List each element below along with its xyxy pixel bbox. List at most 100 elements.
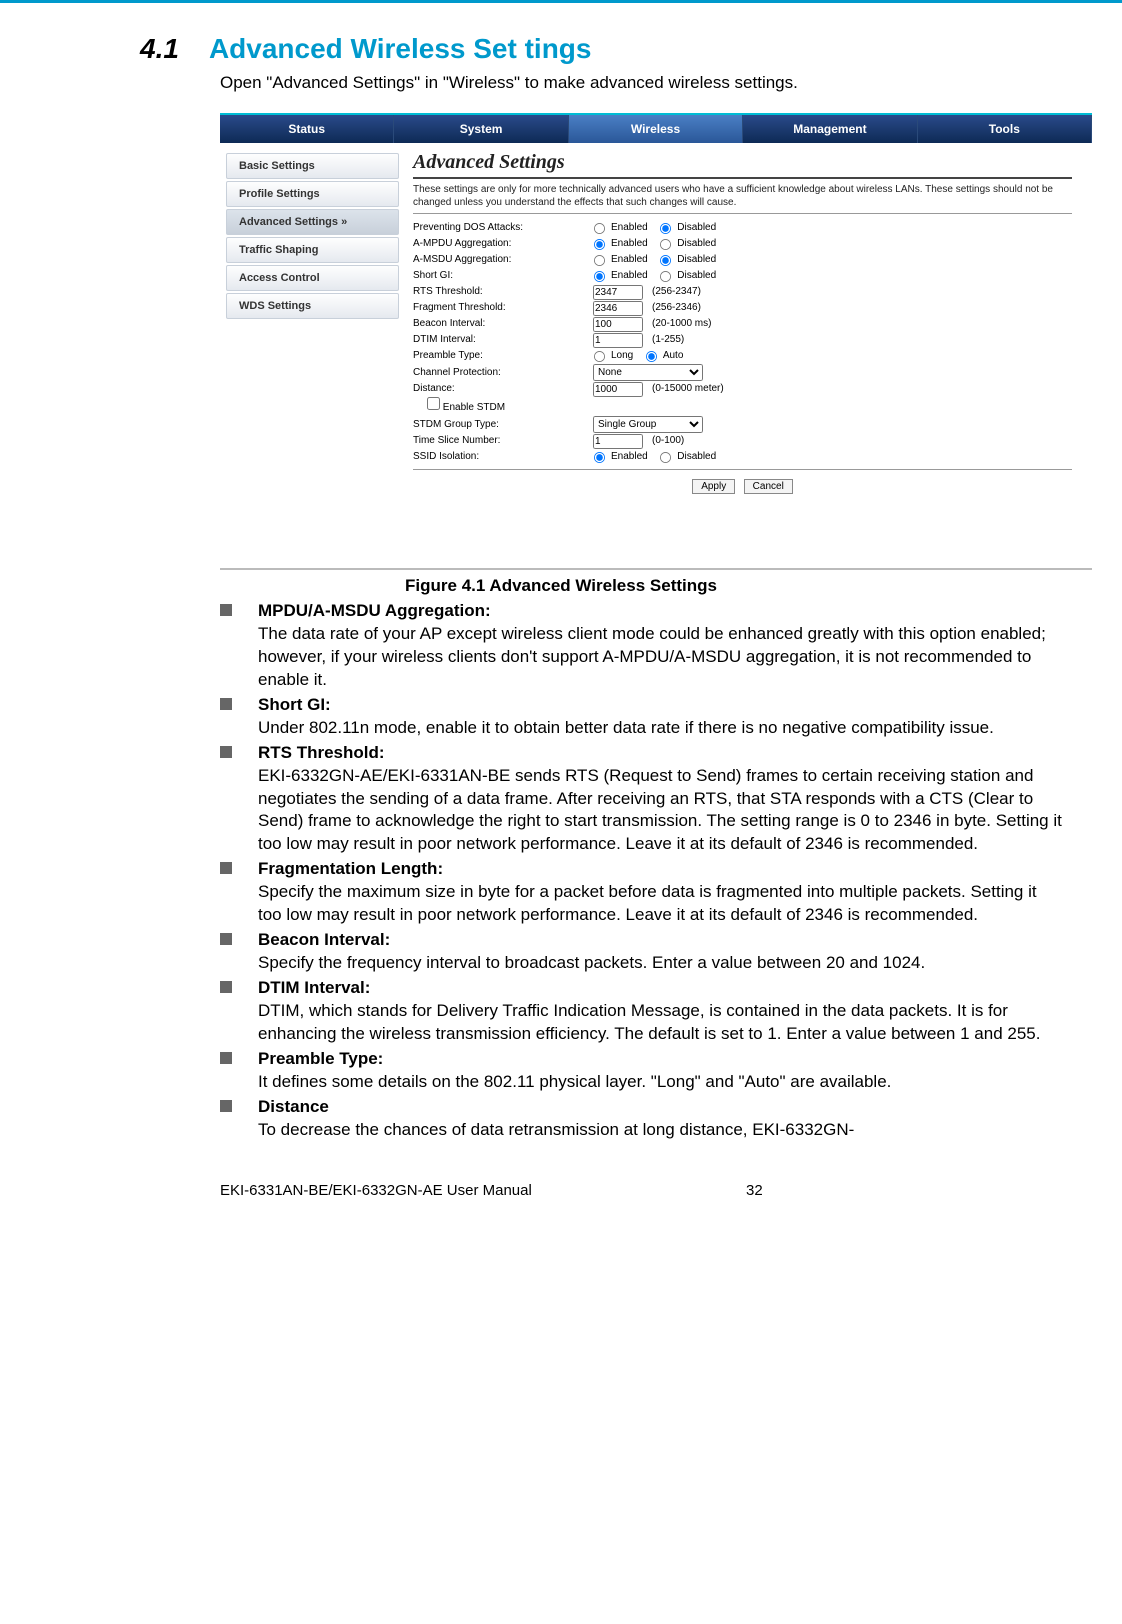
- square-bullet-icon: [220, 1052, 232, 1064]
- sidebar: Basic Settings Profile Settings Advanced…: [220, 143, 405, 512]
- dtim-input[interactable]: [593, 333, 643, 348]
- bullet-item: Preamble Type: It defines some details o…: [220, 1048, 1062, 1094]
- amsdu-enabled-radio[interactable]: [594, 254, 605, 265]
- row-timeslice: Time Slice Number: (0-100): [413, 433, 1072, 449]
- preamble-long-text: Long: [611, 348, 633, 364]
- screenshot-footer-divider: [220, 567, 1092, 570]
- label-ampdu: A-MPDU Aggregation:: [413, 236, 593, 252]
- label-beacon: Beacon Interval:: [413, 316, 593, 332]
- ssid-iso-disabled-radio[interactable]: [660, 451, 671, 462]
- square-bullet-icon: [220, 981, 232, 993]
- bullet-body: Specify the frequency interval to broadc…: [258, 952, 1062, 975]
- bullet-title: MPDU/A-MSDU Aggregation:: [258, 601, 491, 620]
- frag-range: (256-2346): [652, 300, 701, 316]
- label-shortgi: Short GI:: [413, 268, 593, 284]
- frag-input[interactable]: [593, 301, 643, 316]
- square-bullet-icon: [220, 604, 232, 616]
- bullet-body: Specify the maximum size in byte for a p…: [258, 881, 1062, 927]
- bullet-title: DTIM Interval:: [258, 978, 370, 997]
- nav-tab-wireless[interactable]: Wireless: [569, 115, 743, 143]
- screenshot-body: Basic Settings Profile Settings Advanced…: [220, 143, 1092, 512]
- ssid-iso-disabled-text: Disabled: [677, 449, 716, 465]
- label-rts: RTS Threshold:: [413, 284, 593, 300]
- timeslice-range: (0-100): [652, 433, 684, 449]
- bullet-body: DTIM, which stands for Delivery Traffic …: [258, 1000, 1062, 1046]
- sidebar-item-advanced[interactable]: Advanced Settings »: [226, 209, 399, 235]
- label-timeslice: Time Slice Number:: [413, 433, 593, 449]
- page-number: 32: [746, 1182, 763, 1199]
- bullet-title: Beacon Interval:: [258, 930, 390, 949]
- cancel-button[interactable]: Cancel: [744, 479, 793, 494]
- dos-disabled-radio[interactable]: [660, 222, 671, 233]
- label-channel-prot: Channel Protection:: [413, 365, 593, 381]
- nav-bar: Status System Wireless Management Tools: [220, 115, 1092, 143]
- nav-tab-status[interactable]: Status: [220, 115, 394, 143]
- dos-enabled-text: Enabled: [611, 220, 648, 236]
- shortgi-enabled-radio[interactable]: [594, 270, 605, 281]
- ampdu-disabled-radio[interactable]: [660, 238, 671, 249]
- channel-prot-select[interactable]: None: [593, 364, 703, 381]
- shortgi-disabled-radio[interactable]: [660, 270, 671, 281]
- bullet-body: It defines some details on the 802.11 ph…: [258, 1071, 1062, 1094]
- beacon-input[interactable]: [593, 317, 643, 332]
- bullet-body: The data rate of your AP except wireless…: [258, 623, 1062, 692]
- intro-text: Open "Advanced Settings" in "Wireless" t…: [220, 73, 1062, 93]
- preamble-auto-radio[interactable]: [646, 350, 657, 361]
- sidebar-item-basic[interactable]: Basic Settings: [226, 153, 399, 179]
- bullet-item: MPDU/A-MSDU Aggregation: The data rate o…: [220, 600, 1062, 692]
- ampdu-enabled-radio[interactable]: [594, 238, 605, 249]
- panel-title: Advanced Settings: [413, 151, 1072, 179]
- rts-input[interactable]: [593, 285, 643, 300]
- section-header: 4.1 Advanced Wireless Set tings: [60, 33, 1062, 65]
- shortgi-disabled-text: Disabled: [677, 268, 716, 284]
- square-bullet-icon: [220, 746, 232, 758]
- square-bullet-icon: [220, 933, 232, 945]
- sidebar-item-access[interactable]: Access Control: [226, 265, 399, 291]
- label-stdm-group: STDM Group Type:: [413, 417, 593, 433]
- sidebar-item-traffic[interactable]: Traffic Shaping: [226, 237, 399, 263]
- sidebar-item-wds[interactable]: WDS Settings: [226, 293, 399, 319]
- row-amsdu: A-MSDU Aggregation: Enabled Disabled: [413, 252, 1072, 268]
- row-frag: Fragment Threshold: (256-2346): [413, 300, 1072, 316]
- dos-enabled-radio[interactable]: [594, 222, 605, 233]
- stdm-enable-checkbox[interactable]: [427, 397, 440, 410]
- bullet-body: Under 802.11n mode, enable it to obtain …: [258, 717, 1062, 740]
- row-rts: RTS Threshold: (256-2347): [413, 284, 1072, 300]
- label-distance: Distance:: [413, 381, 593, 397]
- label-ssid-iso: SSID Isolation:: [413, 449, 593, 465]
- apply-button[interactable]: Apply: [692, 479, 735, 494]
- settings-table: Preventing DOS Attacks: Enabled Disabled…: [413, 220, 1072, 470]
- amsdu-disabled-radio[interactable]: [660, 254, 671, 265]
- nav-tab-system[interactable]: System: [394, 115, 568, 143]
- bullet-title: Short GI:: [258, 695, 331, 714]
- amsdu-disabled-text: Disabled: [677, 252, 716, 268]
- bullet-item: Beacon Interval: Specify the frequency i…: [220, 929, 1062, 975]
- sidebar-item-profile[interactable]: Profile Settings: [226, 181, 399, 207]
- square-bullet-icon: [220, 862, 232, 874]
- ssid-iso-enabled-text: Enabled: [611, 449, 648, 465]
- main-panel: Advanced Settings These settings are onl…: [405, 143, 1092, 512]
- stdm-group-select[interactable]: Single Group: [593, 416, 703, 433]
- section-number: 4.1: [140, 33, 179, 65]
- label-frag: Fragment Threshold:: [413, 300, 593, 316]
- bullet-item: Short GI: Under 802.11n mode, enable it …: [220, 694, 1062, 740]
- row-stdm-enable: Enable STDM: [413, 397, 1072, 416]
- ampdu-disabled-text: Disabled: [677, 236, 716, 252]
- ssid-iso-enabled-radio[interactable]: [594, 451, 605, 462]
- square-bullet-icon: [220, 698, 232, 710]
- label-dtim: DTIM Interval:: [413, 332, 593, 348]
- dos-disabled-text: Disabled: [677, 220, 716, 236]
- nav-tab-tools[interactable]: Tools: [918, 115, 1092, 143]
- distance-range: (0-15000 meter): [652, 381, 724, 397]
- bullet-body: EKI-6332GN-AE/EKI-6331AN-BE sends RTS (R…: [258, 765, 1062, 857]
- bullet-item: Distance To decrease the chances of data…: [220, 1096, 1062, 1142]
- distance-input[interactable]: [593, 382, 643, 397]
- bullet-body: To decrease the chances of data retransm…: [258, 1119, 1062, 1142]
- row-dtim: DTIM Interval: (1-255): [413, 332, 1072, 348]
- timeslice-input[interactable]: [593, 434, 643, 449]
- preamble-long-radio[interactable]: [594, 350, 605, 361]
- panel-desc: These settings are only for more technic…: [413, 183, 1072, 214]
- nav-tab-management[interactable]: Management: [743, 115, 917, 143]
- bullet-item: RTS Threshold: EKI-6332GN-AE/EKI-6331AN-…: [220, 742, 1062, 857]
- figure-caption: Figure 4.1 Advanced Wireless Settings: [60, 576, 1062, 596]
